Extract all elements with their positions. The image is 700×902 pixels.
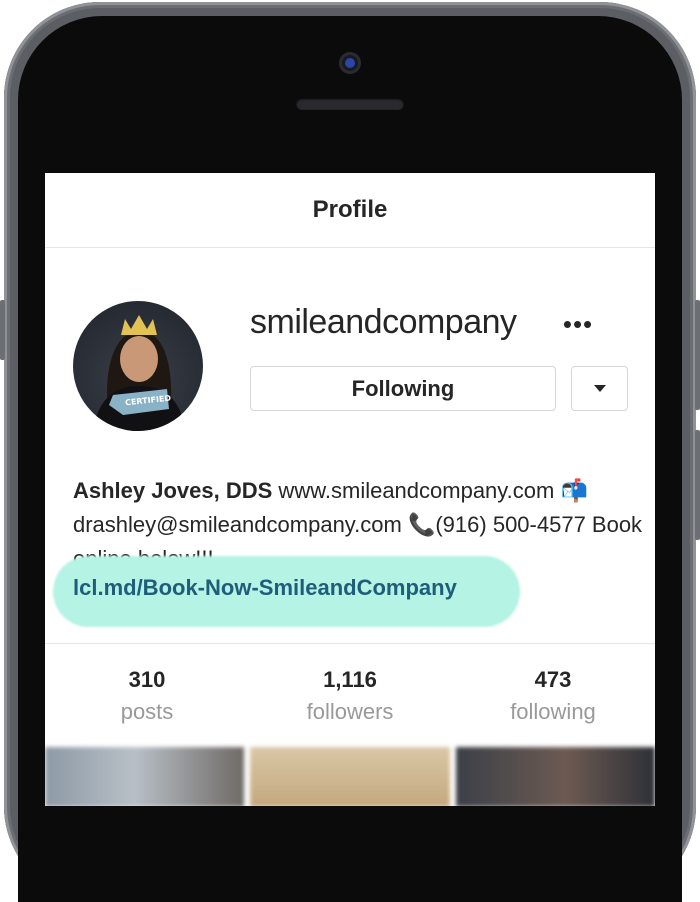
stat-posts: 310 posts	[57, 665, 237, 729]
front-camera	[339, 52, 361, 74]
stat-followers[interactable]: 1,116 followers	[260, 665, 440, 729]
app-screen: Profile CERTIFIED smileandcompany ••• Fo…	[45, 173, 655, 806]
bio-website: www.smileandcompany.com	[272, 478, 561, 503]
stat-label: following	[510, 699, 596, 724]
stat-count: 1,116	[323, 667, 377, 692]
stat-label: posts	[120, 699, 174, 724]
bio-email: drashley@smileandcompany.com	[73, 512, 408, 537]
post-thumbnail[interactable]	[45, 747, 245, 806]
bio-name: Ashley Joves, DDS	[73, 478, 273, 503]
mailbox-icon: 📬	[560, 478, 588, 503]
side-button-right-2	[695, 430, 700, 540]
avatar[interactable]: CERTIFIED	[73, 301, 203, 431]
stat-label: followers	[306, 699, 394, 724]
post-thumbnail[interactable]	[250, 747, 450, 806]
profile-username: smileandcompany	[250, 303, 517, 341]
stats-divider	[45, 643, 655, 644]
stat-following[interactable]: 473 following	[463, 665, 643, 729]
caret-down-icon	[593, 385, 606, 392]
following-button[interactable]: Following	[250, 366, 556, 411]
suggestions-dropdown-button[interactable]	[571, 366, 628, 411]
phone-icon: 📞	[407, 512, 436, 537]
earpiece-speaker	[296, 98, 404, 110]
post-grid	[45, 747, 655, 806]
page-title: Profile	[45, 173, 655, 248]
bio-link[interactable]: lcl.md/Book-Now-SmileandCompany	[73, 575, 457, 601]
side-button-left	[0, 300, 5, 360]
stat-count: 473	[534, 667, 572, 692]
side-button-right	[695, 300, 700, 410]
avatar-photo	[93, 315, 185, 431]
post-thumbnail[interactable]	[455, 747, 655, 806]
stat-count: 310	[128, 667, 166, 692]
more-icon[interactable]: •••	[563, 311, 592, 337]
